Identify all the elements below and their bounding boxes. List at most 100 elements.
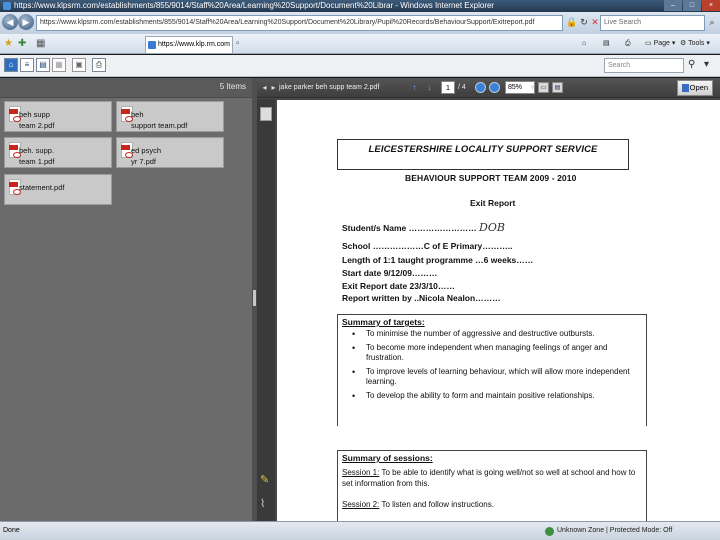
zoom-in-icon[interactable] (489, 82, 500, 93)
file-name: beh. supp. team 1.pdf (19, 146, 55, 166)
targets-list: To minimise the number of aggressive and… (338, 329, 646, 401)
details-view-icon[interactable]: ▤ (36, 58, 50, 72)
organisation-heading: LEICESTERSHIRE LOCALITY SUPPORT SERVICE (337, 139, 629, 170)
thumbnail-view-icon[interactable]: ▦ (52, 58, 66, 72)
browser-tab-label: https://www.klp.rm.com (158, 41, 230, 48)
file-list-panel: 5 Items beh supp team 2.pdf beh support … (0, 78, 252, 521)
splitter-grip[interactable] (253, 290, 256, 306)
window-controls: – □ × (663, 0, 720, 12)
lock-icon[interactable]: 🔒 (566, 16, 578, 28)
file-name: statement.pdf (19, 183, 65, 192)
home-icon[interactable]: ⌂ (582, 37, 586, 51)
next-document-icon[interactable]: ▸ (268, 82, 279, 93)
file-item[interactable]: statement.pdf (4, 174, 112, 205)
comments-icon[interactable]: ✎ (260, 473, 272, 487)
document-page: LEICESTERSHIRE LOCALITY SUPPORT SERVICE … (277, 100, 720, 521)
browser-search-input[interactable]: Live Search (600, 15, 705, 31)
fit-page-icon[interactable]: ▭ (538, 82, 549, 93)
target-item: To minimise the number of aggressive and… (348, 329, 646, 340)
session-label: Session 1: (342, 468, 380, 477)
item-count: 5 Items (219, 82, 246, 91)
start-date-line: Start date 9/12/09……… (342, 268, 438, 278)
target-item: To develop the ability to form and maint… (348, 391, 646, 402)
tab-bar: ★ ✚ ▦ https://www.klp.rm.com ▫ ⌂ ▤ ⎙ ▭ P… (0, 34, 720, 54)
pages-panel-icon[interactable] (260, 107, 272, 121)
target-item: To become more independent when managing… (348, 343, 646, 364)
session-label: Session 2: (342, 500, 380, 509)
page-number-input[interactable]: 1 (441, 81, 455, 94)
ie-app-icon (3, 2, 11, 10)
new-tab-icon[interactable]: ▫ (236, 37, 240, 51)
library-search-input[interactable]: Search (604, 58, 684, 73)
home-view-icon[interactable]: ⌂ (4, 58, 18, 72)
file-item[interactable]: beh support team.pdf (116, 101, 224, 132)
file-item[interactable]: beh. supp. team 1.pdf (4, 137, 112, 168)
sessions-heading: Summary of sessions: (342, 453, 433, 463)
file-item[interactable]: beh supp team 2.pdf (4, 101, 112, 132)
file-list-header: 5 Items (0, 78, 252, 98)
search-icon[interactable]: ⌕ (706, 16, 718, 28)
print-document-icon[interactable]: ⎙ (92, 58, 106, 72)
window-title: https://www.klpsrm.com/establishments/85… (14, 1, 495, 10)
student-name-line: Student/s Name …………………… DOB (342, 221, 505, 234)
tab-page-icon (148, 41, 156, 49)
session-item: Session 2: To listen and follow instruct… (338, 497, 646, 512)
binoculars-icon[interactable]: ⚲ (688, 58, 695, 72)
add-favorite-icon[interactable]: ✚ (18, 37, 26, 51)
back-button[interactable]: ◀ (2, 14, 18, 30)
list-view-icon[interactable]: ≡ (20, 58, 34, 72)
file-name: beh supp team 2.pdf (19, 110, 55, 130)
team-heading: BEHAVIOUR SUPPORT TEAM 2009 - 2010 (405, 173, 577, 183)
page-down-icon[interactable]: ↓ (424, 82, 435, 93)
viewer-side-strip: ✎ ⌇ (257, 99, 275, 521)
minimize-button[interactable]: – (664, 0, 682, 11)
page-total: / 4 (458, 84, 466, 91)
tools-menu-label: Tools (688, 40, 705, 47)
file-name: beh support team.pdf (131, 110, 188, 130)
close-button[interactable]: × (702, 0, 720, 11)
zoom-out-icon[interactable] (475, 82, 486, 93)
url-input[interactable]: https://www.klpsrm.com/establishments/85… (36, 15, 563, 31)
programme-length-line: Length of 1:1 taught programme …6 weeks…… (342, 255, 534, 265)
feeds-icon[interactable]: ▤ (603, 37, 610, 51)
security-zone: Unknown Zone | Protected Mode: Off (545, 525, 672, 537)
student-name-dots: …………………… (406, 223, 477, 233)
status-bar: Done Unknown Zone | Protected Mode: Off (0, 521, 720, 540)
viewer-toolbar: ◂ ▸ jake parker beh supp team 2.pdf ↑ ↓ … (257, 78, 720, 98)
page-up-icon[interactable]: ↑ (409, 82, 420, 93)
target-item: To improve levels of learning behaviour,… (348, 367, 646, 388)
page-menu[interactable]: ▭ Page ▾ (645, 37, 675, 51)
school-line: School ………………C of E Primary……….. (342, 241, 513, 251)
document-name: jake parker beh supp team 2.pdf (279, 84, 380, 91)
address-bar-row: ◀ ▶ https://www.klpsrm.com/establishment… (0, 12, 720, 34)
file-name: ed psych yr 7.pdf (131, 146, 162, 166)
toolbar-menu-icon[interactable]: ▾ (704, 58, 709, 72)
zoom-dropdown-icon[interactable]: ▾ (527, 82, 538, 93)
targets-heading: Summary of targets: (342, 317, 425, 327)
print-icon[interactable]: ⎙ (625, 37, 631, 51)
session-text: To listen and follow instructions. (379, 500, 494, 509)
open-button[interactable]: Open (677, 80, 713, 96)
attachments-paperclip-icon[interactable]: ⌇ (260, 497, 272, 511)
exit-date-line: Exit Report date 23/3/10…… (342, 281, 455, 291)
save-icon[interactable]: ▣ (72, 58, 86, 72)
forward-button[interactable]: ▶ (18, 14, 34, 30)
fit-width-icon[interactable]: ▤ (552, 82, 563, 93)
favorites-star-icon[interactable]: ★ (4, 37, 13, 51)
student-dob-handwritten: DOB (479, 221, 505, 234)
maximize-button[interactable]: □ (683, 0, 701, 11)
quick-tabs-icon[interactable]: ▦ (36, 37, 45, 51)
sessions-box: Summary of sessions: Session 1: To be ab… (337, 450, 647, 521)
student-name-label: Student/s Name (342, 223, 407, 233)
file-item[interactable]: ed psych yr 7.pdf (116, 137, 224, 168)
page-menu-label: Page (653, 40, 670, 47)
targets-box: Summary of targets: To minimise the numb… (337, 314, 647, 426)
report-title: Exit Report (470, 198, 516, 208)
session-item: Session 1: To be able to identify what i… (338, 465, 646, 491)
window-title-bar: https://www.klpsrm.com/establishments/85… (0, 0, 720, 12)
report-author-line: Report written by ..Nicola Nealon……… (342, 293, 501, 303)
pdf-viewer: ◂ ▸ jake parker beh supp team 2.pdf ↑ ↓ … (257, 78, 720, 521)
tools-menu[interactable]: ⚙ Tools ▾ (680, 37, 710, 51)
status-text: Done (3, 527, 20, 534)
browser-tab[interactable]: https://www.klp.rm.com (145, 36, 233, 53)
